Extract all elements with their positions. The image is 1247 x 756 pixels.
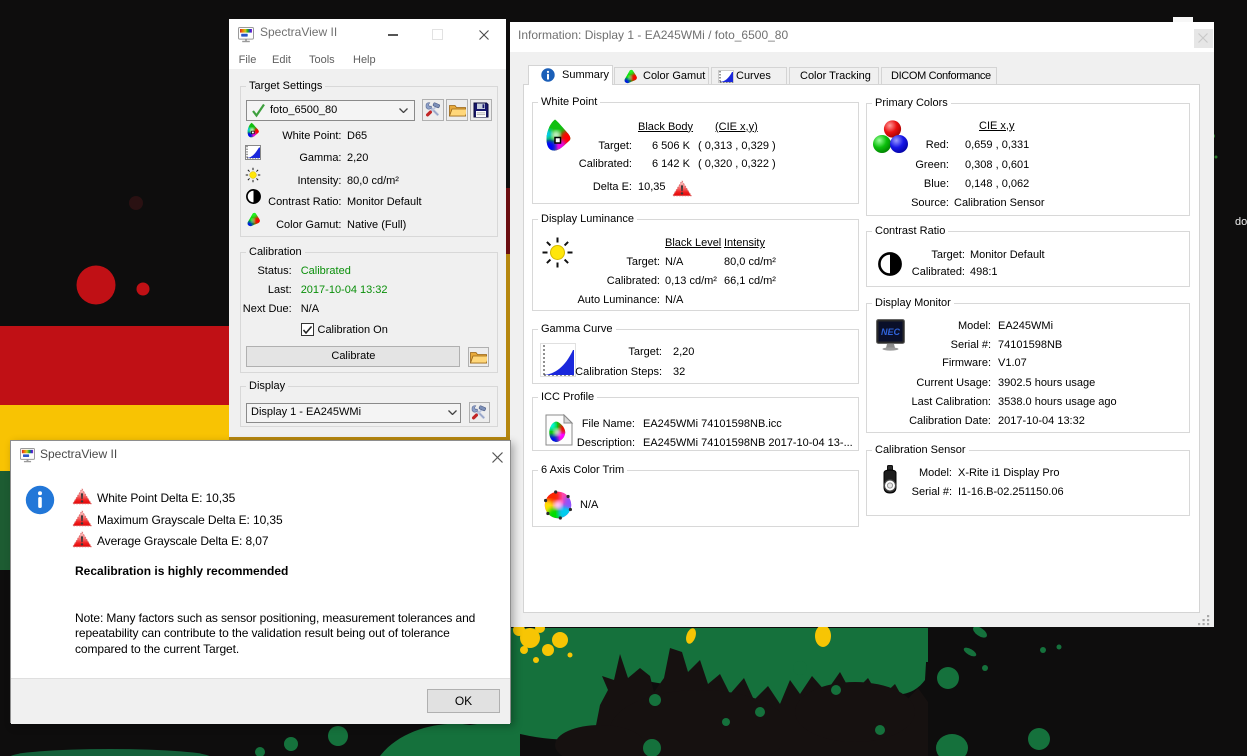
svg-text:NEC: NEC	[881, 327, 901, 337]
